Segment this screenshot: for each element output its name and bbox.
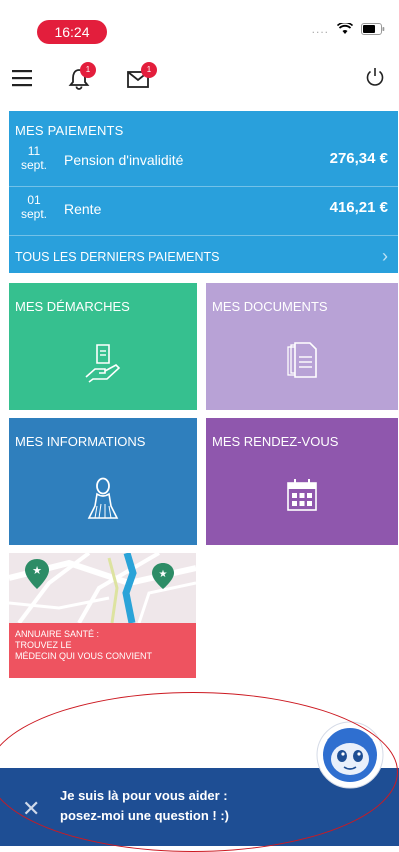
tile-label: MES RENDEZ-VOUS [212, 434, 339, 449]
status-icons: .... [312, 22, 385, 36]
messages-button[interactable]: 1 [127, 62, 159, 92]
hand-document-icon [85, 344, 121, 383]
messages-badge: 1 [141, 62, 157, 78]
all-payments-link[interactable]: TOUS LES DERNIERS PAIEMENTS [15, 250, 219, 264]
payment-amount: 276,34 € [329, 150, 388, 167]
payment-day: 01 [27, 193, 41, 207]
map-thumbnail: ★ ★ [9, 553, 196, 625]
payment-month: sept. [20, 207, 47, 221]
notifications-badge: 1 [80, 62, 96, 78]
chatbot-message: Je suis là pour vous aider : posez-moi u… [60, 786, 229, 826]
annuaire-line: MÉDECIN QUI VOUS CONVIENT [15, 651, 153, 661]
annuaire-line: ANNUAIRE SANTÉ : [15, 629, 100, 639]
signal-dots: .... [311, 22, 329, 36]
payment-date: 11 sept. [15, 144, 53, 172]
payment-month: sept. [20, 158, 47, 172]
svg-text:★: ★ [159, 569, 168, 580]
payment-row[interactable]: 11 sept. Pension d'invalidité 276,34 € [9, 144, 398, 182]
close-icon[interactable]: ✕ [22, 796, 40, 822]
payment-label: Pension d'invalidité [64, 152, 184, 168]
payment-amount: 416,21 € [329, 199, 388, 216]
payments-title: MES PAIEMENTS [15, 123, 124, 138]
chatbot-line: posez-moi une question ! :) [60, 808, 229, 823]
notifications-button[interactable]: 1 [68, 62, 98, 92]
map-icon: ★ ★ [9, 553, 196, 625]
tile-label: MES DÉMARCHES [15, 299, 130, 314]
tile-label: MES INFORMATIONS [15, 434, 146, 449]
payment-date: 01 sept. [15, 193, 53, 221]
tile-demarches[interactable]: MES DÉMARCHES [9, 283, 197, 410]
robot-assistant-icon[interactable] [316, 721, 384, 789]
calendar-icon [287, 479, 317, 511]
tile-annuaire-sante[interactable]: ★ ★ ANNUAIRE SANTÉ : TROUVEZ LE MÉDECIN … [9, 553, 196, 678]
status-bar: 16:24 .... [0, 0, 399, 50]
tile-documents[interactable]: MES DOCUMENTS [206, 283, 398, 410]
documents-icon [287, 342, 317, 378]
annuaire-text: ANNUAIRE SANTÉ : TROUVEZ LE MÉDECIN QUI … [9, 623, 196, 678]
divider [9, 235, 398, 236]
chatbot-line: Je suis là pour vous aider : [60, 788, 228, 803]
payments-card[interactable]: MES PAIEMENTS 11 sept. Pension d'invalid… [9, 111, 398, 273]
svg-text:★: ★ [32, 564, 42, 577]
status-time: 16:24 [37, 20, 107, 44]
chevron-right-icon: › [382, 246, 388, 266]
payment-day: 11 [27, 144, 41, 158]
person-silhouette-icon [87, 477, 119, 519]
top-navigation: 1 1 [0, 58, 399, 98]
divider [9, 186, 398, 187]
power-icon[interactable] [364, 66, 386, 88]
payment-row[interactable]: 01 sept. Rente 416,21 € [9, 193, 398, 231]
tile-informations[interactable]: MES INFORMATIONS [9, 418, 197, 545]
payment-label: Rente [64, 201, 102, 217]
annuaire-line: TROUVEZ LE [15, 640, 72, 650]
hamburger-menu-icon[interactable] [12, 69, 34, 87]
tile-label: MES DOCUMENTS [212, 299, 328, 314]
wifi-icon [337, 23, 353, 34]
tile-rendez-vous[interactable]: MES RENDEZ-VOUS [206, 418, 398, 545]
battery-icon [361, 23, 385, 35]
